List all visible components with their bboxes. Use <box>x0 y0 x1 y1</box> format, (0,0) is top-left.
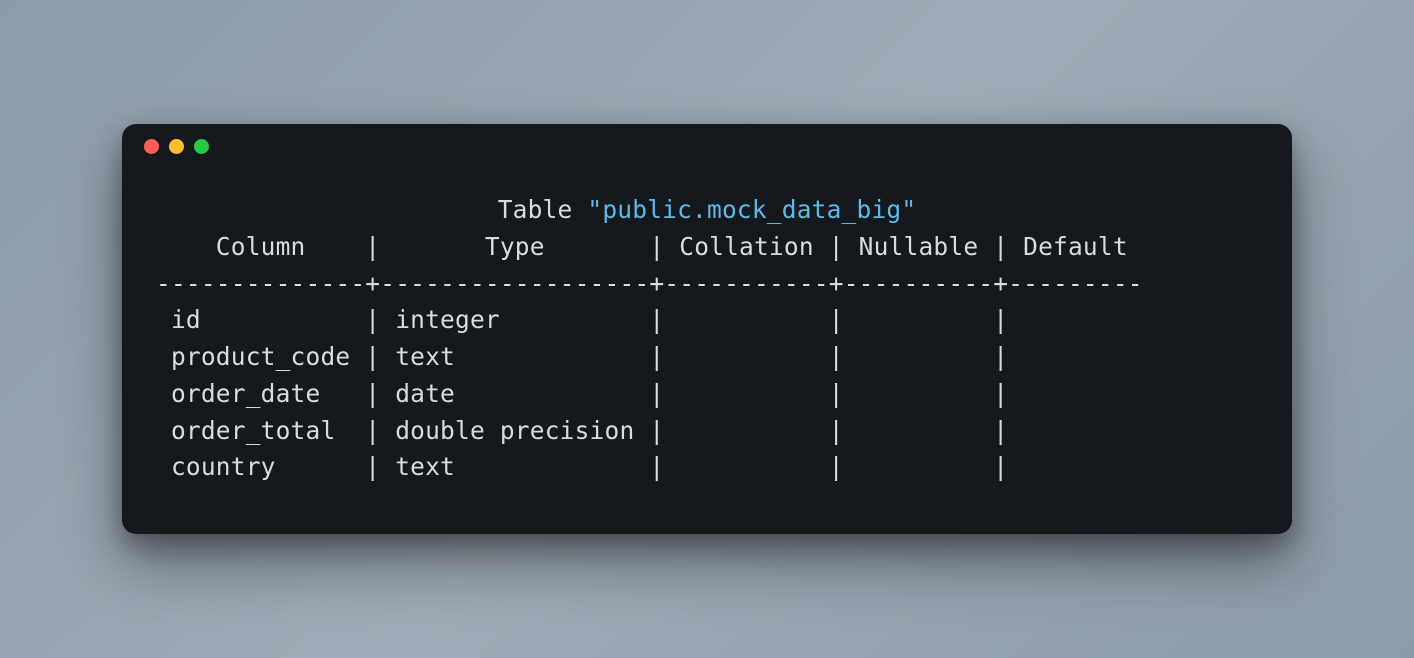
minimize-icon[interactable] <box>169 139 184 154</box>
table-rows: id | integer | | | product_code | text |… <box>156 305 1143 481</box>
table-name: "public.mock_data_big" <box>587 195 916 224</box>
window-titlebar <box>122 124 1292 168</box>
terminal-window: Table "public.mock_data_big" Column | Ty… <box>122 124 1292 534</box>
table-title: Table "public.mock_data_big" <box>156 192 1258 229</box>
close-icon[interactable] <box>144 139 159 154</box>
terminal-output: Table "public.mock_data_big" Column | Ty… <box>122 168 1292 534</box>
table-divider: --------------+------------------+------… <box>156 269 1143 298</box>
title-label: Table <box>498 195 573 224</box>
table-header-row: Column | Type | Collation | Nullable | D… <box>156 232 1143 261</box>
maximize-icon[interactable] <box>194 139 209 154</box>
